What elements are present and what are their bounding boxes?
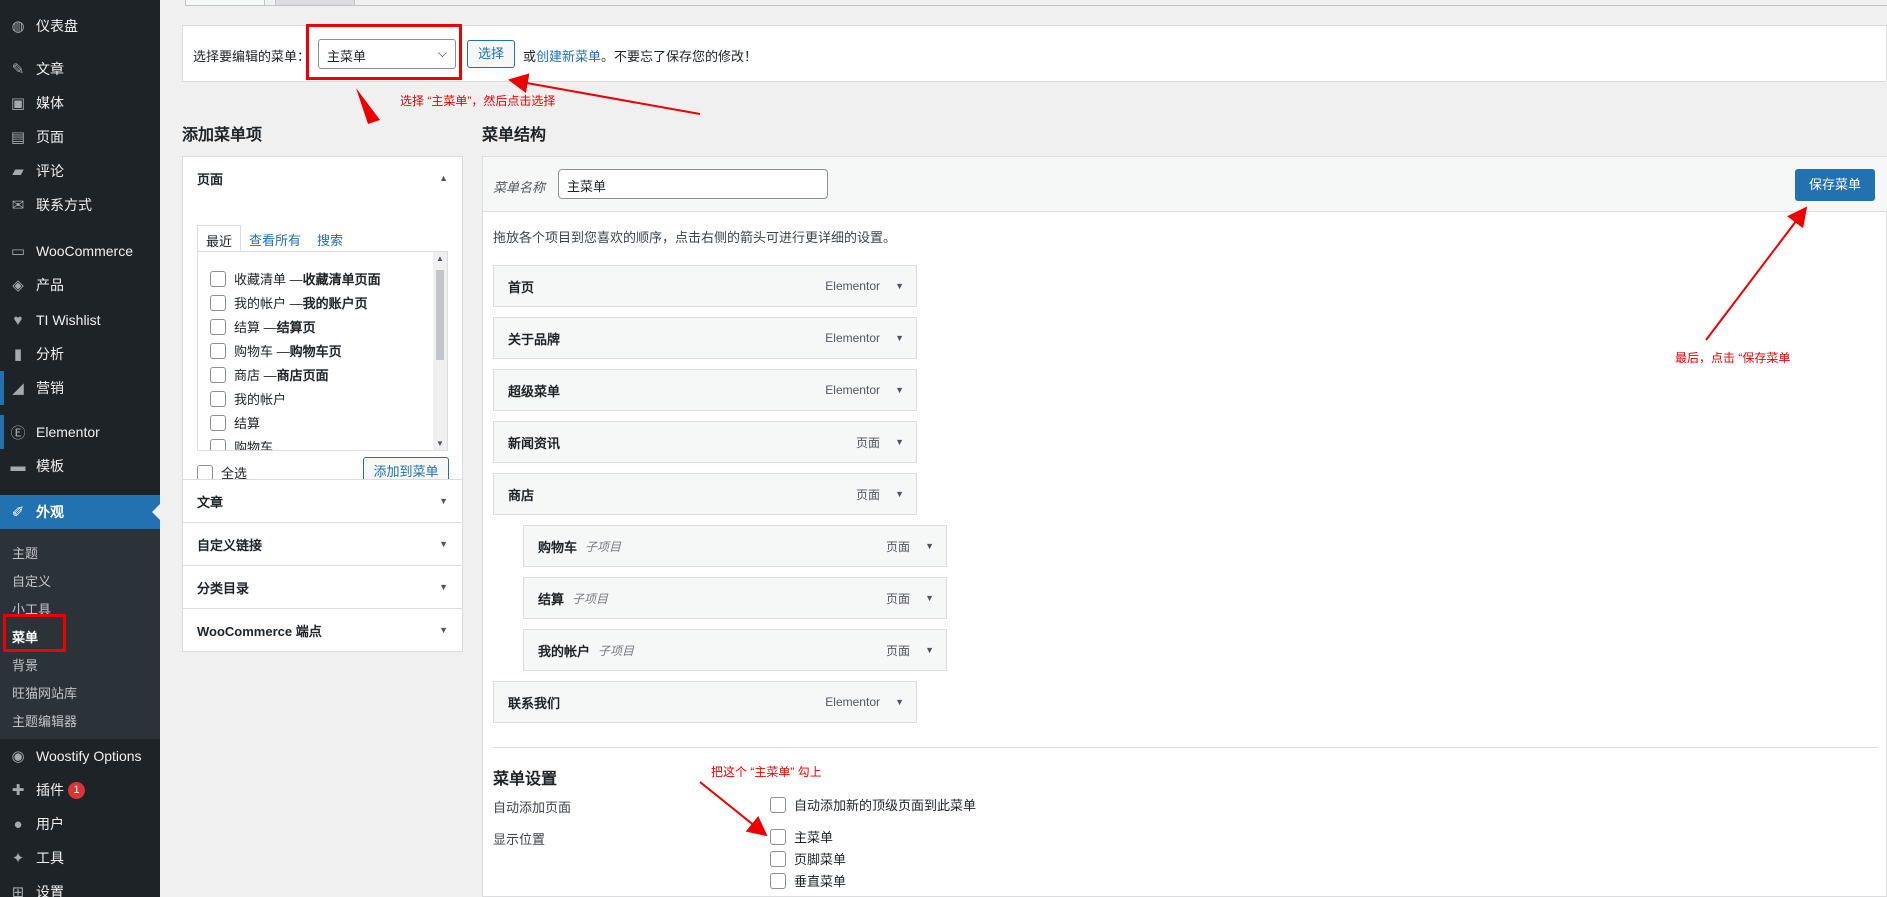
arrow-to-checkbox	[699, 781, 768, 837]
arrow-tip-select	[356, 88, 380, 124]
arrow-to-save	[1705, 206, 1808, 341]
annotation-arrows	[356, 73, 1808, 837]
arrow-to-select	[508, 73, 701, 115]
